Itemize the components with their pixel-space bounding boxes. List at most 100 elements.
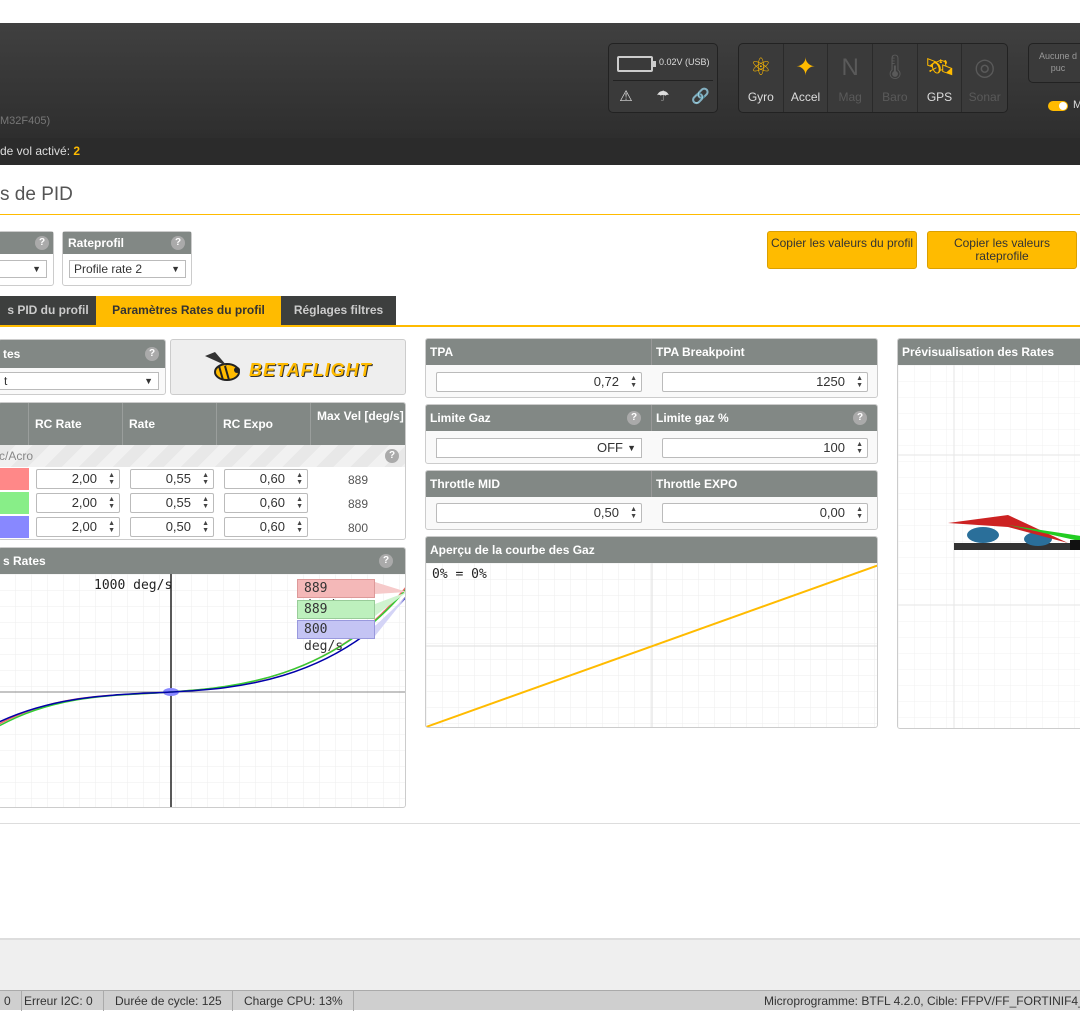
tpa-breakpoint-input[interactable]: 1250 ▲ ▼ [662, 372, 868, 392]
rates-type-select[interactable]: t ▼ [0, 372, 159, 390]
profile-panel: ? ▼ [0, 231, 54, 286]
col-rate: Rate [123, 403, 217, 445]
page-title: s de PID [0, 184, 73, 205]
throttle-limit-pct-input[interactable]: 100 ▲ ▼ [662, 438, 868, 458]
tpa-breakpoint-label: TPA Breakpoint [652, 339, 877, 365]
tpa-panel: TPA TPA Breakpoint 0,72 ▲ ▼ 1250 ▲ ▼ [425, 338, 878, 398]
tab-rates-profile[interactable]: Paramètres Rates du profil [96, 296, 281, 325]
tab-filter-settings[interactable]: Réglages filtres [281, 296, 396, 325]
status-bar: de vol activé: 2 [0, 138, 1080, 165]
baro-icon: 🌡 [879, 54, 911, 81]
throttle-curve-chart [426, 563, 877, 727]
betaflight-logo-box: BETAFLIGHT [170, 339, 406, 395]
rate-row: 2,00 ▲ ▼ 0,55 ▲ ▼ 0,60 ▲ ▼ 889 [0, 467, 405, 491]
max-vel-value: 889 [347, 497, 369, 511]
tpa-label: TPA [426, 339, 652, 365]
rates-table: RC Rate Rate RC Expo Max Vel [deg/s] c/A… [0, 402, 406, 540]
rc-rate-input[interactable]: 2,00 ▲ ▼ [36, 469, 120, 489]
rateprofile-panel: Rateprofil? Profile rate 2 ▼ [62, 231, 192, 286]
throttle-limit-select[interactable]: OFF ▼ [436, 438, 642, 458]
sensor-gps: 🛰 GPS [918, 44, 963, 112]
window-top [0, 0, 1080, 23]
rc-rate-input[interactable]: 2,00 ▲ ▼ [36, 493, 120, 513]
help-icon[interactable]: ? [171, 236, 185, 250]
tab-pid-profile[interactable]: s PID du profil [0, 296, 96, 325]
active-profile-value: 2 [73, 144, 81, 158]
gyro-icon: ⚛ [750, 54, 772, 81]
failsafe-icon: ☂ [656, 88, 670, 105]
max-rate-label: 1000 deg/s [94, 578, 173, 593]
rc-expo-input[interactable]: 0,60 ▲ ▼ [224, 517, 308, 537]
sensor-baro: 🌡 Baro [873, 44, 918, 112]
betaflight-logo-text: BETAFLIGHT [249, 360, 372, 380]
help-icon[interactable]: ? [853, 411, 867, 425]
max-vel-value: 800 [347, 521, 369, 535]
battery-voltage: 0.02V (USB) [659, 57, 710, 67]
profile-select[interactable]: ▼ [0, 260, 47, 278]
accel-icon: ✦ [795, 54, 816, 81]
throttle-curve-panel: Aperçu de la courbe des Gaz 0% = 0% [425, 536, 878, 728]
footer-cycle-time: Durée de cycle: 125 [105, 991, 233, 1011]
sensor-accel: ✦ Accel [784, 44, 829, 112]
throttle-expo-label: Throttle EXPO [652, 471, 877, 497]
toggle-label: M [1073, 99, 1080, 111]
help-icon[interactable]: ? [145, 347, 159, 361]
copy-rateprofile-button[interactable]: Copier les valeurs rateprofile [927, 231, 1077, 269]
throttle-mid-input[interactable]: 0,50 ▲ ▼ [436, 503, 642, 523]
title-divider [0, 214, 1080, 215]
mag-icon: N [841, 54, 859, 81]
rateprofile-select[interactable]: Profile rate 2 ▼ [69, 260, 186, 278]
col-max-vel: Max Vel [deg/s] [317, 409, 404, 423]
sensor-mag: N Mag [828, 44, 874, 112]
rates-preview-panel: Prévisualisation des Rates [897, 338, 1080, 729]
col-rc-rate: RC Rate [29, 403, 123, 445]
throttle-limit-panel: Limite Gaz? Limite gaz %? OFF ▼ 100 ▲ ▼ [425, 404, 878, 464]
fc-info: M32F405) [0, 115, 51, 127]
help-icon[interactable]: ? [627, 411, 641, 425]
throttle-limit-pct-label: Limite gaz % [656, 411, 729, 425]
tpa-input[interactable]: 0,72 ▲ ▼ [436, 372, 642, 392]
auto-connect-toggle[interactable] [1048, 101, 1068, 111]
quad-model-preview [898, 365, 1080, 728]
rate-input[interactable]: 0,50 ▲ ▼ [130, 517, 214, 537]
throttle-mid-label: Throttle MID [426, 471, 652, 497]
sonar-icon: ◎ [974, 54, 996, 81]
tab-underline [0, 325, 1080, 327]
rc-expo-input[interactable]: 0,60 ▲ ▼ [224, 469, 308, 489]
rc-expo-input[interactable]: 0,60 ▲ ▼ [224, 493, 308, 513]
axis-color-swatch [0, 516, 29, 538]
rate-input[interactable]: 0,55 ▲ ▼ [130, 493, 214, 513]
axis-color-swatch [0, 468, 29, 490]
max-vel-value: 889 [347, 473, 369, 487]
rates-type-panel: tes? t ▼ [0, 339, 166, 395]
throttle-curve-title: Aperçu de la courbe des Gaz [426, 537, 877, 563]
rate-input[interactable]: 0,55 ▲ ▼ [130, 469, 214, 489]
footer-cpu-load: Charge CPU: 13% [234, 991, 354, 1011]
copy-profile-button[interactable]: Copier les valeurs du profil [767, 231, 917, 269]
bottom-toolbar [0, 938, 1080, 990]
battery-icon [617, 56, 656, 72]
axis-color-swatch [0, 492, 29, 514]
mode-row: c/Acro ? [0, 445, 405, 467]
rate-label-pitch: 889 deg/s [297, 600, 375, 634]
battery-panel: 0.02V (USB) ⚠ ☂ 🔗 [608, 43, 718, 113]
warning-icon: ⚠ [619, 88, 633, 105]
help-icon[interactable]: ? [379, 554, 393, 568]
help-icon[interactable]: ? [35, 236, 49, 250]
active-profile-label: de vol activé: [0, 144, 74, 158]
throttle-mid-panel: Throttle MID Throttle EXPO 0,50 ▲ ▼ 0,00 ▲ ▼ [425, 470, 878, 530]
rc-rate-input[interactable]: 2,00 ▲ ▼ [36, 517, 120, 537]
link-icon: 🔗 [691, 88, 710, 105]
help-icon[interactable]: ? [385, 449, 399, 463]
sensor-panel: ⚛ Gyro ✦ Accel N Mag 🌡 Baro 🛰 GPS ◎ Sonar [738, 43, 1008, 113]
sensor-sonar: ◎ Sonar [962, 44, 1007, 112]
rate-label-yaw: 800 deg/s [297, 620, 375, 654]
throttle-limit-label: Limite Gaz [430, 411, 491, 425]
betaflight-bee-icon [205, 352, 240, 381]
throttle-expo-input[interactable]: 0,00 ▲ ▼ [662, 503, 868, 523]
rates-graph-panel: s Rates? 1000 deg/s 889 deg/s 889 deg/s … [0, 547, 406, 808]
connection-selector[interactable]: Aucune d puc [1028, 43, 1080, 83]
sensor-gyro: ⚛ Gyro [739, 44, 784, 112]
rate-row: 2,00 ▲ ▼ 0,50 ▲ ▼ 0,60 ▲ ▼ 800 [0, 515, 405, 539]
gps-icon: 🛰 [924, 54, 955, 81]
